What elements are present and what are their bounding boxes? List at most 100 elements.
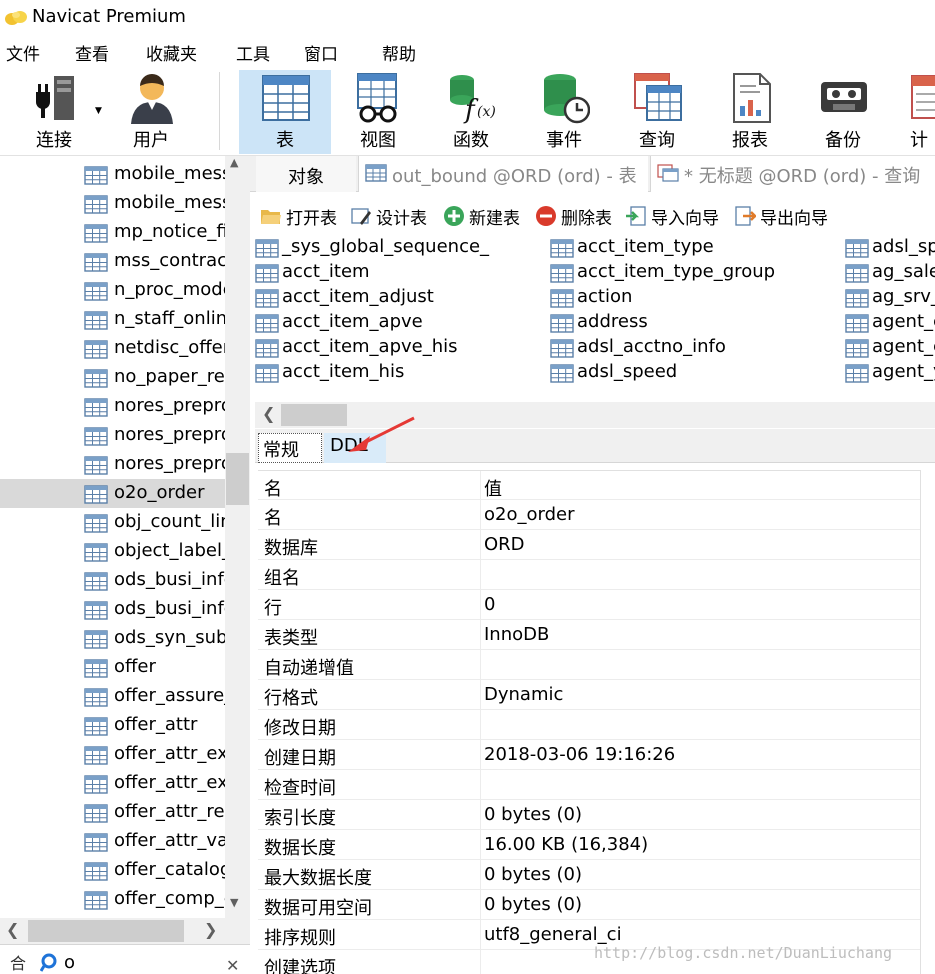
sidebar-item-table[interactable]: mobile_mess: [0, 160, 225, 189]
sidebar-item-table[interactable]: nores_prepro: [0, 392, 225, 421]
sidebar-item-table[interactable]: ods_syn_subs: [0, 624, 225, 653]
object-list-item-label: adsl_sp: [872, 236, 935, 257]
object-list-item-label: address: [577, 311, 648, 332]
object-list-item[interactable]: adsl_sp: [845, 236, 935, 261]
object-list-item[interactable]: acct_item_type_group: [550, 261, 840, 286]
sidebar-horizontal-scroll-thumb[interactable]: [28, 920, 184, 942]
object-list-item[interactable]: adsl_acctno_info: [550, 336, 840, 361]
object-list-item[interactable]: ag_sale: [845, 261, 935, 286]
sidebar-item-table[interactable]: offer_attr_ext: [0, 740, 225, 769]
table-icon: [84, 717, 108, 736]
title-bar: Navicat Premium: [0, 0, 935, 36]
object-list-item[interactable]: ag_srv_: [845, 286, 935, 311]
schedule-button[interactable]: 计: [890, 70, 935, 154]
report-button[interactable]: 报表: [704, 70, 796, 154]
object-list-item[interactable]: agent_c: [845, 311, 935, 336]
menu-window[interactable]: 窗口: [304, 40, 338, 65]
object-list-item[interactable]: acct_item_adjust: [255, 286, 545, 311]
menu-help[interactable]: 帮助: [382, 40, 416, 65]
menu-view[interactable]: 查看: [75, 40, 109, 65]
menu-tools[interactable]: 工具: [236, 40, 270, 65]
sidebar-item-table[interactable]: mss_contract: [0, 247, 225, 276]
search-icon[interactable]: [40, 952, 62, 974]
tab-general[interactable]: 常规: [258, 433, 322, 463]
connect-button[interactable]: 连接: [8, 70, 100, 154]
object-list-item[interactable]: action: [550, 286, 840, 311]
column-divider: [480, 710, 481, 740]
function-button[interactable]: f (x) 函数: [425, 70, 517, 154]
sidebar-item-table[interactable]: ods_busi_info: [0, 595, 225, 624]
object-list-item[interactable]: adsl_speed: [550, 361, 840, 386]
view-button[interactable]: 视图: [332, 70, 424, 154]
object-list-item[interactable]: agent_y: [845, 361, 935, 386]
sidebar-item-table[interactable]: offer_assure_: [0, 682, 225, 711]
object-list-item[interactable]: acct_item_apve: [255, 311, 545, 336]
header-value: 值: [484, 479, 502, 500]
object-list-item[interactable]: address: [550, 311, 840, 336]
close-icon[interactable]: ✕: [226, 956, 239, 974]
sidebar-item-table[interactable]: offer_attr_rer: [0, 798, 225, 827]
user-button[interactable]: 用户: [105, 70, 197, 154]
sidebar-item-table[interactable]: offer_comp_e: [0, 885, 225, 914]
table-icon: [84, 427, 108, 446]
sidebar-item-table[interactable]: nores_prepro: [0, 450, 225, 479]
scroll-left-icon[interactable]: ❮: [262, 404, 275, 423]
query-button[interactable]: 查询: [611, 70, 703, 154]
menu-favorites[interactable]: 收藏夹: [146, 40, 197, 65]
object-list-item[interactable]: acct_item: [255, 261, 545, 286]
sidebar-item-table[interactable]: offer_catalog: [0, 856, 225, 885]
sidebar-item-table[interactable]: ods_busi_info: [0, 566, 225, 595]
sidebar-vertical-scrollbar[interactable]: [225, 156, 250, 918]
export-wizard-label: 导出向导: [760, 209, 828, 229]
sidebar-item-table[interactable]: nores_prepro: [0, 421, 225, 450]
sidebar-item-table[interactable]: offer_attr_val: [0, 827, 225, 856]
tab-untitled-query-label: * 无标题 @ORD (ord) - 查询: [684, 166, 921, 187]
sidebar-item-table[interactable]: mobile_mess: [0, 189, 225, 218]
event-button[interactable]: 事件: [518, 70, 610, 154]
object-list-item[interactable]: agent_c: [845, 336, 935, 361]
connect-dropdown-icon[interactable]: ▼: [95, 106, 102, 116]
sidebar-item-table[interactable]: offer: [0, 653, 225, 682]
property-value: 0 bytes (0): [484, 804, 582, 825]
table-icon: [84, 456, 108, 475]
table-button[interactable]: 表: [239, 70, 331, 154]
tab-untitled-query[interactable]: * 无标题 @ORD (ord) - 查询: [650, 156, 935, 192]
sidebar-item-table[interactable]: no_paper_rep: [0, 363, 225, 392]
sidebar-item-table[interactable]: netdisc_offer: [0, 334, 225, 363]
menu-file[interactable]: 文件: [6, 40, 40, 65]
scroll-right-icon[interactable]: ❯: [204, 920, 217, 939]
table-icon: [255, 289, 279, 308]
object-list-item-label: acct_item_adjust: [282, 286, 434, 307]
sidebar-item-table[interactable]: obj_count_lin: [0, 508, 225, 537]
tab-out-bound-table[interactable]: out_bound @ORD (ord) - 表: [358, 156, 648, 192]
sidebar-search-bar: [0, 944, 250, 974]
table-icon: [84, 659, 108, 678]
sidebar-item-table[interactable]: offer_attr_ext: [0, 769, 225, 798]
table-icon: [550, 289, 574, 308]
sidebar-item-label: offer_comp_e: [114, 888, 225, 909]
sidebar-item-table[interactable]: object_label_: [0, 537, 225, 566]
column-divider: [480, 860, 481, 890]
sidebar-item-table[interactable]: n_staff_onlin: [0, 305, 225, 334]
sidebar-item-label: o2o_order: [114, 482, 205, 503]
sidebar-item-table[interactable]: n_proc_mode: [0, 276, 225, 305]
backup-button[interactable]: 备份: [797, 70, 889, 154]
table-icon: [84, 340, 108, 359]
object-list-scroll-thumb[interactable]: [281, 404, 347, 426]
object-list-item[interactable]: acct_item_apve_his: [255, 336, 545, 361]
object-list-item[interactable]: _sys_global_sequence_: [255, 236, 545, 261]
scroll-left-icon[interactable]: ❮: [6, 920, 19, 939]
scroll-down-icon[interactable]: ▼: [230, 896, 238, 909]
sidebar-item-table[interactable]: offer_attr: [0, 711, 225, 740]
sidebar-item-label: mobile_mess: [114, 163, 225, 184]
property-key: 行格式: [264, 688, 318, 709]
search-input[interactable]: o: [64, 952, 75, 973]
sidebar-item-table[interactable]: mp_notice_fi: [0, 218, 225, 247]
object-list-item[interactable]: acct_item_his: [255, 361, 545, 386]
tab-objects[interactable]: 对象: [256, 156, 356, 192]
sidebar-item-table[interactable]: o2o_order: [0, 479, 225, 508]
object-list-item[interactable]: acct_item_type: [550, 236, 840, 261]
property-row: 自动递增值: [258, 650, 920, 680]
scroll-up-icon[interactable]: ▲: [230, 156, 238, 169]
sidebar-vertical-scroll-thumb[interactable]: [226, 453, 249, 505]
